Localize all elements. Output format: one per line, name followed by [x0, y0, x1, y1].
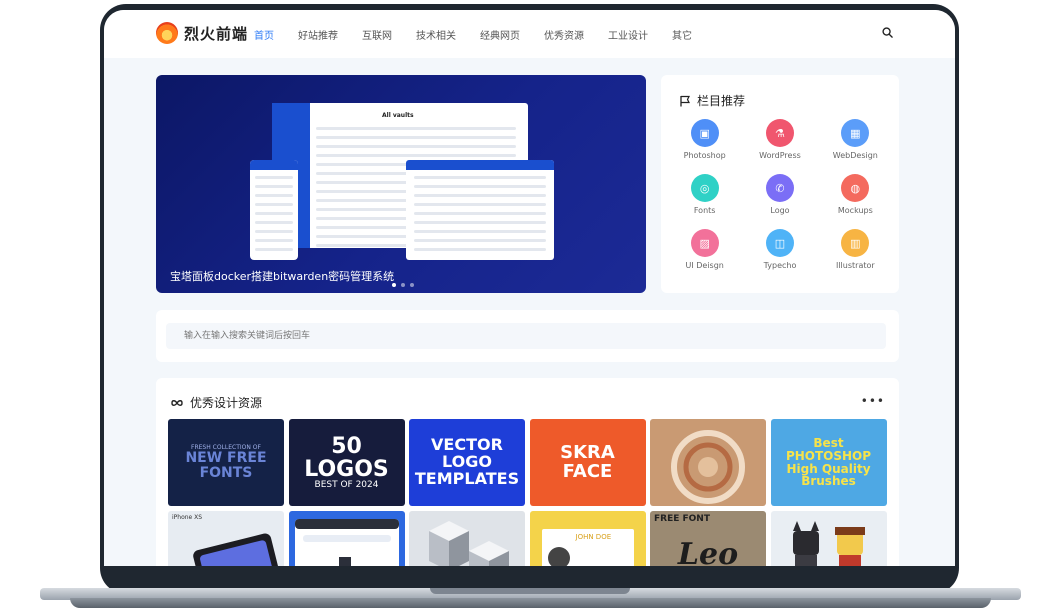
photoshop-icon: ▣: [690, 119, 719, 147]
resource-thumb[interactable]: FRESH COLLECTION OF NEW FREE FONTS: [168, 419, 284, 506]
resource-thumb[interactable]: [288, 511, 405, 566]
category-card: 栏目推荐 ▣ Photoshop ⚗ WordPress ▦ WebDesign ◎ Font…: [661, 75, 899, 293]
laptop-base: [0, 566, 1061, 616]
banner-phone-mockup: [250, 160, 298, 260]
thumb-title: NEW FREE FONTS: [185, 449, 267, 481]
lego-figures-image: [792, 521, 865, 566]
flask-icon: ⚗: [765, 119, 794, 147]
grid-icon: ▦: [841, 119, 870, 147]
nav-item-industrial[interactable]: 工业设计: [608, 27, 648, 42]
site-logo[interactable]: 烈火前端: [156, 22, 248, 44]
infinity-icon: [171, 399, 183, 406]
main-nav: 首页 好站推荐 互联网 技术相关 经典网页 优秀资源 工业设计 其它: [254, 27, 716, 42]
search-input[interactable]: [166, 323, 886, 349]
resource-thumb[interactable]: [409, 511, 525, 566]
site-header: 烈火前端 首页 好站推荐 互联网 技术相关 经典网页 优秀资源 工业设计 其它: [104, 10, 955, 58]
book-icon: ▥: [841, 229, 870, 257]
carousel-dot[interactable]: [410, 283, 414, 287]
category-label: WordPress: [759, 151, 801, 160]
category-item[interactable]: ▨ UI Deisgn: [667, 229, 742, 278]
resource-thumb[interactable]: FREE FONT Leo: [650, 511, 766, 566]
thumb-title: iPhone XS: [172, 514, 203, 521]
thumb-title: 50 LOGOS: [304, 433, 389, 482]
more-options-icon[interactable]: •••: [861, 394, 885, 408]
browser-mockup-image: [294, 519, 399, 566]
nav-item-tech[interactable]: 技术相关: [416, 27, 456, 42]
thumb-title: Leo: [677, 537, 739, 566]
gamepad-icon: ◫: [765, 229, 794, 257]
fonts-icon: ◎: [690, 174, 719, 202]
nav-item-recommended[interactable]: 好站推荐: [298, 27, 338, 42]
category-label: Typecho: [763, 261, 797, 270]
mockup-title: All vaults: [382, 112, 414, 119]
nav-item-internet[interactable]: 互联网: [362, 27, 392, 42]
resources-grid: FRESH COLLECTION OF NEW FREE FONTS 50 LOG…: [168, 419, 887, 566]
resource-thumb[interactable]: [770, 511, 887, 566]
flag-icon: [680, 95, 690, 106]
resources-card: 优秀设计资源 ••• FRESH COLLECTION OF NEW FREE F…: [156, 378, 899, 566]
thumb-title: SKRA FACE: [560, 441, 615, 482]
browser-screen: 烈火前端 首页 好站推荐 互联网 技术相关 经典网页 优秀资源 工业设计 其它 …: [104, 10, 955, 566]
category-label: WebDesign: [832, 151, 878, 160]
thumb-title: Best PHOTOSHOP High Quality Brushes: [785, 436, 872, 489]
category-label: Logo: [770, 206, 790, 215]
banner-carousel[interactable]: All vaults 宝塔面板docker搭建bitwarden密码管理系统: [156, 75, 646, 293]
category-item[interactable]: ✆ Logo: [742, 174, 817, 223]
thumb-subtitle: BEST OF 2024: [314, 479, 379, 490]
logo-text: 烈火前端: [184, 24, 249, 43]
search-box: [156, 310, 899, 362]
resource-thumb[interactable]: JOHN DOE: [529, 511, 646, 566]
flame-logo-icon: [156, 22, 178, 44]
search-icon[interactable]: [882, 27, 893, 38]
category-grid: ▣ Photoshop ⚗ WordPress ▦ WebDesign ◎ Fonts ✆ Log…: [667, 119, 893, 278]
resource-thumb[interactable]: SKRA FACE: [529, 419, 646, 506]
category-item[interactable]: ◎ Fonts: [667, 174, 742, 223]
banner-caption[interactable]: 宝塔面板docker搭建bitwarden密码管理系统: [170, 268, 394, 284]
nav-item-home[interactable]: 首页: [254, 27, 274, 42]
category-label: Photoshop: [683, 151, 726, 160]
resource-thumb[interactable]: [650, 419, 766, 506]
category-title: 栏目推荐: [697, 94, 746, 108]
resource-thumb[interactable]: Best PHOTOSHOP High Quality Brushes: [770, 419, 887, 506]
banner-panel-mockup: [406, 160, 554, 260]
category-label: Mockups: [837, 206, 873, 215]
carousel-dot[interactable]: [392, 283, 396, 287]
carousel-dots: [392, 283, 414, 287]
globe-icon: ◍: [841, 174, 870, 202]
category-item[interactable]: ▣ Photoshop: [667, 119, 742, 168]
thumb-title: VECTOR LOGO TEMPLATES: [414, 435, 520, 488]
thumb-title: JOHN DOE: [575, 533, 612, 541]
nav-item-resources[interactable]: 优秀资源: [544, 27, 584, 42]
category-label: Fonts: [693, 206, 716, 215]
image-icon: ▨: [690, 229, 719, 257]
chat-icon: ✆: [765, 174, 794, 202]
category-label: Illustrator: [835, 261, 875, 270]
thumb-subtitle: FREE FONT: [654, 514, 710, 524]
resource-thumb[interactable]: iPhone XS: [168, 511, 284, 566]
nav-item-classic[interactable]: 经典网页: [480, 27, 520, 42]
category-item[interactable]: ▥ Illustrator: [818, 229, 893, 278]
nav-item-other[interactable]: 其它: [672, 27, 692, 42]
resources-title: 优秀设计资源: [190, 396, 263, 410]
resource-thumb[interactable]: VECTOR LOGO TEMPLATES: [409, 419, 525, 506]
category-item[interactable]: ⚗ WordPress: [742, 119, 817, 168]
category-item[interactable]: ◍ Mockups: [818, 174, 893, 223]
resource-thumb[interactable]: 50 LOGOS BEST OF 2024: [288, 419, 405, 506]
category-item[interactable]: ◫ Typecho: [742, 229, 817, 278]
spiral-art-image: [671, 430, 745, 504]
category-item[interactable]: ▦ WebDesign: [818, 119, 893, 168]
category-label: UI Deisgn: [685, 261, 724, 270]
carousel-dot[interactable]: [401, 283, 405, 287]
isometric-pattern-image: [429, 521, 509, 566]
